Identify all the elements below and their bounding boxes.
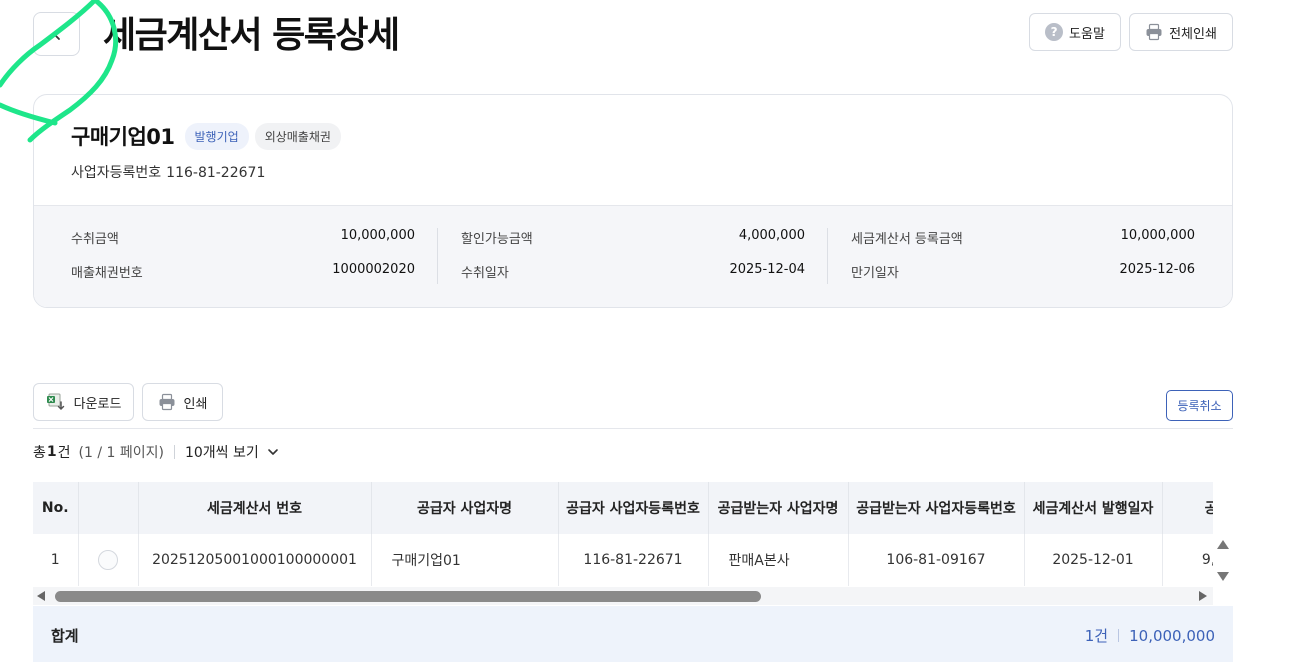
total-suffix: 건 [57,445,71,461]
cancel-registration-button[interactable]: 등록취소 [1166,390,1233,421]
print-all-button[interactable]: 전체인쇄 [1129,13,1233,51]
invoice-table: No. 세금계산서 번호 공급자 사업자명 공급자 사업자등록번호 공급받는자 … [33,482,1213,586]
list-count-row: 총 1 건 (1 / 1 페이지) 10개씩 보기 [33,442,279,462]
summary-column-2: 할인가능금액 4,000,000 수취일자 2025-12-04 [461,228,805,286]
business-number-value: 116-81-22671 [166,165,266,181]
print-button[interactable]: 인쇄 [142,383,223,421]
column-header[interactable]: 공급받는자 사업자명 [708,482,849,534]
summary-value: 2025-12-06 [1119,262,1195,277]
print-label: 인쇄 [183,396,208,412]
receivable-badge: 외상매출채권 [254,122,341,150]
question-icon: ? [1045,23,1064,41]
summary-label: 할인가능금액 [461,232,533,247]
download-label: 다운로드 [73,396,122,412]
summary-value: 4,000,000 [738,228,805,243]
column-header[interactable]: 세금계산서 번호 [138,482,372,534]
summary-column-3: 세금계산서 등록금액 10,000,000 만기일자 2025-12-06 [851,228,1195,286]
total-label: 합계 [51,627,79,645]
summary-value: 1000002020 [332,262,415,277]
table-cell: 20251205001000100000001 [138,534,372,586]
company-row: 구매기업01 발행기업 외상매출채권 [71,121,341,151]
table-cell: 1 [33,534,79,586]
column-header[interactable]: 공급 [1162,482,1213,534]
summary-value: 10,000,000 [1120,228,1195,243]
summary-panel: 수취금액 10,000,000 매출채권번호 1000002020 할인가능금액 4,… [34,205,1232,307]
scrollbar-thumb[interactable] [55,591,761,602]
column-header[interactable]: 공급받는자 사업자등록번호 [848,482,1025,534]
divider [33,428,1233,429]
scroll-left-icon[interactable] [37,591,45,601]
excel-download-icon [46,393,64,411]
table-header-row: No. 세금계산서 번호 공급자 사업자명 공급자 사업자등록번호 공급받는자 … [33,482,1213,534]
total-bar: 합계 1건 10,000,000 [33,606,1233,662]
per-page-select[interactable]: 10개씩 보기 [185,442,279,462]
column-header [78,482,139,534]
issuer-badge: 발행기업 [184,122,249,150]
summary-divider [437,228,438,284]
table-cell: 9,00 [1162,534,1213,586]
download-button[interactable]: 다운로드 [33,383,134,421]
printer-icon [1146,23,1162,41]
print-all-label: 전체인쇄 [1169,26,1217,42]
total-count: 1건 [1084,627,1109,645]
per-page-label: 10개씩 보기 [184,445,259,461]
company-name: 구매기업01 [71,125,175,149]
summary-label: 만기일자 [851,266,899,281]
table-cell: 2025-12-01 [1024,534,1163,586]
total-amount: 10,000,000 [1129,626,1215,645]
separator [1118,629,1120,642]
summary-column-1: 수취금액 10,000,000 매출채권번호 1000002020 [71,228,415,286]
vertical-scrollbar[interactable] [1213,534,1233,586]
help-label: 도움말 [1069,26,1105,42]
table-cell-select[interactable] [78,534,139,586]
horizontal-scrollbar[interactable] [33,587,1213,605]
summary-value: 10,000,000 [340,228,415,243]
column-header[interactable]: 공급자 사업자등록번호 [558,482,709,534]
business-number-label: 사업자등록번호 [71,165,162,181]
printer-icon [159,393,175,411]
column-header[interactable]: 공급자 사업자명 [371,482,559,534]
summary-label: 수취일자 [461,266,509,281]
table-cell: 106-81-09167 [848,534,1025,586]
summary-label: 매출채권번호 [71,266,143,281]
chevron-down-icon [267,449,278,455]
business-number: 사업자등록번호 116-81-22671 [71,162,265,182]
total-prefix: 총 [33,445,46,461]
separator [173,445,175,459]
summary-divider [827,228,828,284]
scroll-up-icon[interactable] [1217,540,1229,549]
table-row[interactable]: 1 20251205001000100000001 구매기업01 116-81-… [33,534,1213,586]
chevron-left-icon [52,28,60,40]
total-summary: 1건 10,000,000 [1085,625,1215,646]
invoice-info-card: 구매기업01 발행기업 외상매출채권 사업자등록번호 116-81-22671 수… [33,94,1233,308]
column-header[interactable]: 세금계산서 발행일자 [1024,482,1163,534]
row-radio[interactable] [98,549,118,570]
summary-value: 2025-12-04 [729,262,805,277]
scroll-right-icon[interactable] [1199,591,1207,601]
scroll-down-icon[interactable] [1217,572,1229,581]
back-button[interactable] [33,12,80,56]
column-header[interactable]: No. [33,482,79,534]
help-button[interactable]: ? 도움말 [1029,13,1121,51]
summary-label: 세금계산서 등록금액 [851,232,963,247]
page-info: (1 / 1 페이지) [78,445,164,461]
table-cell: 116-81-22671 [558,534,709,586]
page-title: 세금계산서 등록상세 [103,15,400,56]
table-cell: 판매A본사 [708,534,849,586]
summary-label: 수취금액 [71,232,119,247]
table-cell: 구매기업01 [371,534,559,586]
total-count: 1 [46,444,57,460]
